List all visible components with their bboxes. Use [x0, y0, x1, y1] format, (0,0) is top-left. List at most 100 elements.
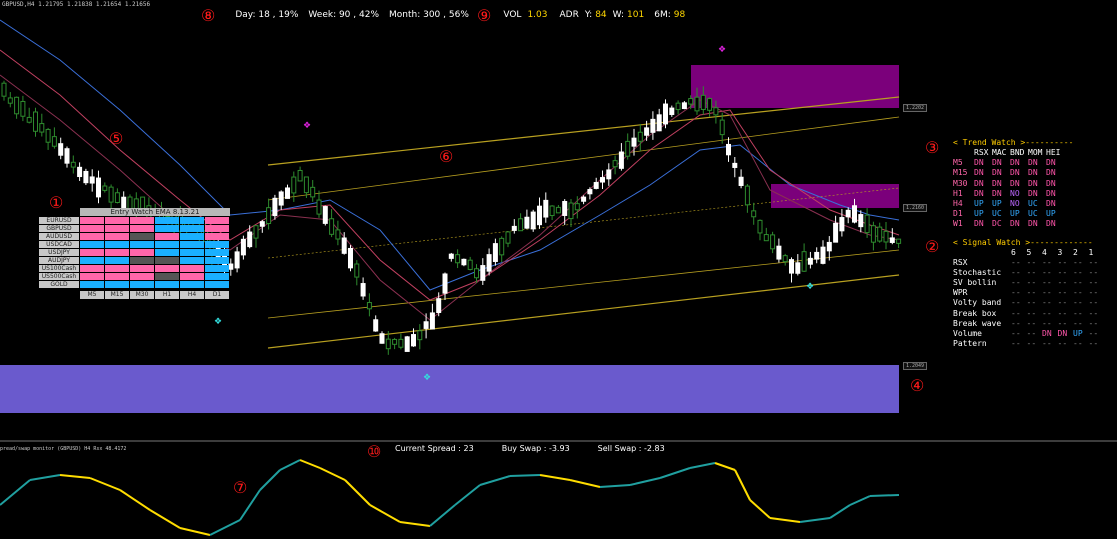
candle-body [669, 107, 675, 115]
entry-watch-cell [180, 217, 204, 224]
candle-body [694, 96, 700, 112]
trend-watch-row: D1 UP UC UP UC UP [953, 209, 1073, 219]
entry-watch-timeframe[interactable]: H1 [155, 291, 179, 299]
candle-body [581, 196, 587, 202]
entry-watch-row: AUDUSD [39, 233, 230, 240]
candle-body [442, 273, 448, 294]
channel-line [267, 96, 900, 166]
trend-watch-value: DN [974, 158, 984, 168]
candle-body [354, 263, 360, 278]
entry-watch-row: EURUSD [39, 217, 230, 224]
candle-body [744, 185, 750, 206]
entry-watch-symbol[interactable]: EURUSD [39, 217, 79, 224]
oscillator-segment [849, 495, 871, 506]
signal-watch-name: SV bollin [953, 278, 997, 288]
candle-body [870, 225, 876, 243]
signal-watch-value: -- [1057, 268, 1068, 278]
entry-watch-timeframe[interactable]: M30 [130, 291, 154, 299]
trend-watch-value: UP [974, 198, 984, 208]
oscillator-segment [259, 469, 281, 491]
entry-watch-timeframe[interactable]: H4 [180, 291, 204, 299]
candle-body [568, 202, 574, 220]
entry-watch-cell [105, 249, 129, 256]
entry-watch-timeframe[interactable]: M15 [105, 291, 129, 299]
signal-watch-value: UP [1073, 328, 1083, 338]
candle-body [398, 338, 404, 348]
entry-watch-symbol[interactable]: USDCAD [39, 241, 79, 248]
entry-watch-symbol[interactable]: USDJPY [39, 249, 79, 256]
trend-watch-value: DN [1046, 198, 1056, 208]
trend-watch-value: DN [992, 178, 1002, 188]
entry-watch-cell [130, 257, 154, 264]
entry-watch-symbol[interactable]: AUDJPY [39, 257, 79, 264]
candle-body [266, 207, 272, 225]
candle-body [480, 265, 486, 281]
entry-watch-cell [155, 233, 179, 240]
entry-watch-cell [180, 233, 204, 240]
entry-watch-timeframe[interactable]: D1 [205, 291, 229, 299]
entry-watch-symbol[interactable]: US500Cash [39, 273, 79, 280]
entry-watch-cell [205, 233, 229, 240]
entry-watch-cell [130, 281, 154, 288]
trend-watch-value: NO [1010, 188, 1020, 198]
candle-body [782, 255, 788, 263]
signal-watch-value: -- [1026, 288, 1037, 298]
entry-watch-cell [105, 273, 129, 280]
entry-watch-title: Entry Watch EMA 8.13.21 [80, 208, 230, 216]
signal-watch-value: -- [1057, 308, 1068, 318]
signal-watch-title: < Signal Watch >------------- [953, 238, 1093, 247]
candle-body [530, 211, 536, 230]
entry-watch-symbol[interactable]: GOLD [39, 281, 79, 288]
candle-body [114, 192, 120, 204]
signal-watch-value: -- [1042, 278, 1052, 288]
candle-body [593, 182, 599, 189]
entry-watch-symbol[interactable]: US100Cash [39, 265, 79, 272]
signal-watch-value: -- [1073, 258, 1083, 268]
trend-watch-value: DN [1028, 168, 1038, 178]
oscillator-segment [149, 509, 181, 529]
entry-watch-timeframe[interactable]: M5 [80, 291, 104, 299]
candle-body [587, 189, 593, 195]
price-tag-lower: 1.2049 [903, 362, 928, 370]
candle-body [51, 136, 57, 147]
marker-7: ⑦ [233, 478, 248, 497]
marker-6: ⑥ [439, 147, 454, 166]
trend-watch-value: DN [992, 158, 1002, 168]
candle-body [272, 197, 278, 217]
signal-watch-value: -- [1011, 278, 1021, 288]
signal-watch-name: Break box [953, 308, 997, 318]
entry-watch-symbol[interactable]: GBPUSD [39, 225, 79, 232]
entry-watch-cell [80, 265, 104, 272]
candle-body [461, 258, 467, 266]
signal-watch-row: RSX -- -- -- -- -- -- [953, 258, 1104, 268]
candle-body [64, 148, 70, 164]
trend-watch-value: DN [992, 168, 1002, 178]
candle-body [637, 131, 643, 142]
trend-watch-value: DN [974, 219, 984, 229]
signal-watch-value: -- [1042, 288, 1052, 298]
candle-body [474, 268, 479, 279]
oscillator-segment [659, 467, 691, 479]
candle-body [644, 127, 650, 136]
candle-body [329, 218, 335, 235]
trend-watch-value: DN [974, 168, 984, 178]
trend-watch-timeframe: M15 [953, 168, 968, 178]
candle-body [726, 143, 731, 156]
sell-swap: Sell Swap : -2.83 [597, 444, 665, 453]
trend-watch-value: NO [1010, 198, 1020, 208]
signal-watch-row: Volume -- -- DN DN UP -- [953, 329, 1104, 339]
candle-body [448, 253, 454, 259]
entry-watch-symbol[interactable]: AUDUSD [39, 233, 79, 240]
signal-watch-value: -- [1026, 278, 1037, 288]
candle-body [814, 251, 820, 260]
candle-body [751, 210, 757, 218]
trend-watch-timeframe: D1 [953, 209, 963, 219]
supply-zone-upper [691, 65, 899, 108]
trend-watch-value: DN [1010, 168, 1020, 178]
candle-body [253, 225, 259, 239]
candle-body [606, 169, 612, 180]
candle-body [423, 321, 429, 329]
signal-watch-value: -- [1057, 298, 1068, 308]
trend-watch-row: M5 DN DN DN DN DN [953, 158, 1073, 168]
oscillator-segment [209, 519, 241, 536]
